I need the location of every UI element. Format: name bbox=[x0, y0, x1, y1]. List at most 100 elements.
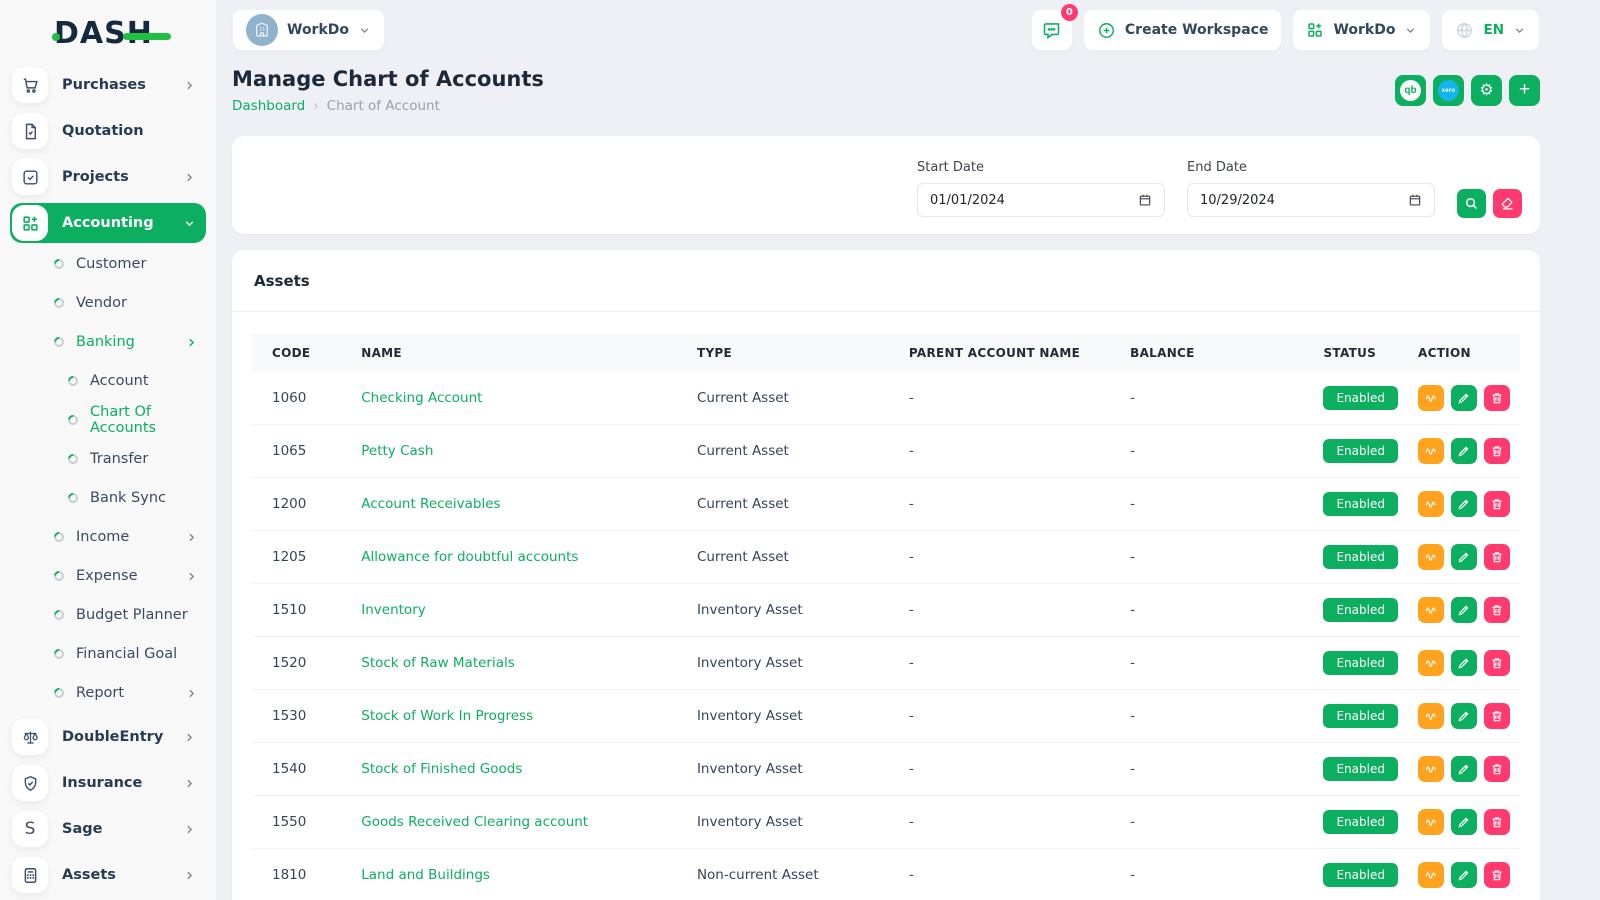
edit-button[interactable] bbox=[1451, 862, 1477, 888]
xero-sync-button[interactable]: xero bbox=[1433, 75, 1464, 106]
sidebar-item-bank-sync[interactable]: Bank Sync bbox=[10, 483, 206, 513]
sidebar-item-expense[interactable]: Expense bbox=[10, 561, 206, 591]
trash-icon bbox=[1490, 550, 1504, 564]
sidebar-item-doubleentry[interactable]: DoubleEntry bbox=[10, 717, 206, 757]
account-name-link[interactable]: Stock of Work In Progress bbox=[361, 708, 533, 724]
transactions-button[interactable] bbox=[1418, 544, 1444, 570]
transactions-button[interactable] bbox=[1418, 650, 1444, 676]
transactions-button[interactable] bbox=[1418, 862, 1444, 888]
account-name-link[interactable]: Goods Received Clearing account bbox=[361, 814, 588, 830]
sidebar-item-transfer[interactable]: Transfer bbox=[10, 444, 206, 474]
sidebar-item-assets[interactable]: Assets bbox=[10, 855, 206, 895]
account-name-link[interactable]: Stock of Finished Goods bbox=[361, 761, 522, 777]
transactions-button[interactable] bbox=[1418, 809, 1444, 835]
parent-account-name: - bbox=[899, 531, 1120, 584]
messages-button[interactable]: 0 bbox=[1031, 9, 1073, 51]
breadcrumb-dashboard-link[interactable]: Dashboard bbox=[232, 98, 305, 114]
transactions-button[interactable] bbox=[1418, 756, 1444, 782]
quickbooks-sync-button[interactable]: qb bbox=[1395, 75, 1426, 106]
wave-icon bbox=[1424, 391, 1438, 405]
edit-button[interactable] bbox=[1451, 703, 1477, 729]
status-badge: Enabled bbox=[1323, 651, 1398, 675]
delete-button[interactable] bbox=[1484, 385, 1510, 411]
account-name-link[interactable]: Account Receivables bbox=[361, 496, 500, 512]
col-type: TYPE bbox=[687, 334, 899, 372]
sidebar-item-budget-planner[interactable]: Budget Planner bbox=[10, 600, 206, 630]
chevron-icon bbox=[185, 531, 198, 544]
chevron-down-icon bbox=[1513, 24, 1526, 37]
language-selector[interactable]: EN bbox=[1441, 9, 1540, 51]
transactions-button[interactable] bbox=[1418, 438, 1444, 464]
sidebar-item-projects[interactable]: Projects bbox=[10, 157, 206, 197]
sidebar-item-report[interactable]: Report bbox=[10, 678, 206, 708]
delete-button[interactable] bbox=[1484, 438, 1510, 464]
account-name-link[interactable]: Allowance for doubtful accounts bbox=[361, 549, 578, 565]
sidebar-item-income[interactable]: Income bbox=[10, 522, 206, 552]
pencil-icon bbox=[1457, 709, 1471, 723]
table-header-row: CODE NAME TYPE PARENT ACCOUNT NAME BALAN… bbox=[252, 334, 1520, 372]
delete-button[interactable] bbox=[1484, 703, 1510, 729]
pencil-icon bbox=[1457, 550, 1471, 564]
transactions-button[interactable] bbox=[1418, 597, 1444, 623]
account-balance: - bbox=[1120, 372, 1313, 425]
account-code: 1510 bbox=[252, 584, 351, 637]
sidebar-item-quotation[interactable]: Quotation bbox=[10, 111, 206, 151]
grid-plus-icon bbox=[1306, 21, 1324, 39]
account-name-link[interactable]: Checking Account bbox=[361, 390, 482, 406]
sidebar-item-purchases[interactable]: Purchases bbox=[10, 65, 206, 105]
edit-button[interactable] bbox=[1451, 544, 1477, 570]
end-date-input[interactable]: 10/29/2024 bbox=[1187, 183, 1435, 217]
edit-button[interactable] bbox=[1451, 809, 1477, 835]
sidebar-item-customer[interactable]: Customer bbox=[10, 249, 206, 279]
edit-button[interactable] bbox=[1451, 491, 1477, 517]
account-name-link[interactable]: Land and Buildings bbox=[361, 867, 490, 883]
sidebar: DASH Purchases Quotation Projects Accoun… bbox=[0, 0, 216, 900]
parent-account-name: - bbox=[899, 425, 1120, 478]
account-name-link[interactable]: Inventory bbox=[361, 602, 425, 618]
delete-button[interactable] bbox=[1484, 650, 1510, 676]
delete-button[interactable] bbox=[1484, 491, 1510, 517]
add-account-button[interactable]: + bbox=[1509, 75, 1540, 106]
sidebar-item-financial-goal[interactable]: Financial Goal bbox=[10, 639, 206, 669]
delete-button[interactable] bbox=[1484, 809, 1510, 835]
sidebar-item-chart-of-accounts[interactable]: Chart Of Accounts bbox=[10, 405, 206, 435]
settings-button[interactable]: ⚙ bbox=[1471, 75, 1502, 106]
sidebar-item-label: Accounting bbox=[62, 215, 154, 231]
col-action: ACTION bbox=[1408, 334, 1520, 372]
edit-button[interactable] bbox=[1451, 438, 1477, 464]
app-switcher[interactable]: WorkDo bbox=[1292, 9, 1431, 51]
start-date-input[interactable]: 01/01/2024 bbox=[917, 183, 1165, 217]
reset-filter-button[interactable] bbox=[1493, 189, 1522, 218]
delete-button[interactable] bbox=[1484, 597, 1510, 623]
sidebar-item-banking[interactable]: Banking bbox=[10, 327, 206, 357]
transactions-button[interactable] bbox=[1418, 703, 1444, 729]
transactions-button[interactable] bbox=[1418, 385, 1444, 411]
edit-button[interactable] bbox=[1451, 650, 1477, 676]
account-code: 1520 bbox=[252, 637, 351, 690]
delete-button[interactable] bbox=[1484, 862, 1510, 888]
sidebar-item-insurance[interactable]: Insurance bbox=[10, 763, 206, 803]
col-status: STATUS bbox=[1313, 334, 1408, 372]
delete-button[interactable] bbox=[1484, 756, 1510, 782]
account-name-link[interactable]: Stock of Raw Materials bbox=[361, 655, 515, 671]
trash-icon bbox=[1490, 497, 1504, 511]
search-button[interactable] bbox=[1457, 189, 1486, 218]
transactions-button[interactable] bbox=[1418, 491, 1444, 517]
edit-button[interactable] bbox=[1451, 597, 1477, 623]
account-balance: - bbox=[1120, 637, 1313, 690]
sidebar-item-label: Transfer bbox=[90, 451, 148, 467]
filter-card: Start Date 01/01/2024 End Date 10/29/202… bbox=[232, 136, 1540, 234]
account-name-link[interactable]: Petty Cash bbox=[361, 443, 433, 459]
sidebar-item-accounting[interactable]: Accounting bbox=[10, 203, 206, 243]
workspace-switcher[interactable]: WorkDo bbox=[232, 9, 385, 51]
sidebar-item-sage[interactable]: S Sage bbox=[10, 809, 206, 849]
sidebar-item-label: Quotation bbox=[62, 123, 144, 139]
delete-button[interactable] bbox=[1484, 544, 1510, 570]
create-workspace-button[interactable]: Create Workspace bbox=[1083, 9, 1283, 51]
sidebar-item-account[interactable]: Account bbox=[10, 366, 206, 396]
row-actions bbox=[1418, 544, 1510, 570]
app-logo[interactable]: DASH bbox=[54, 16, 153, 51]
sidebar-item-vendor[interactable]: Vendor bbox=[10, 288, 206, 318]
edit-button[interactable] bbox=[1451, 756, 1477, 782]
edit-button[interactable] bbox=[1451, 385, 1477, 411]
